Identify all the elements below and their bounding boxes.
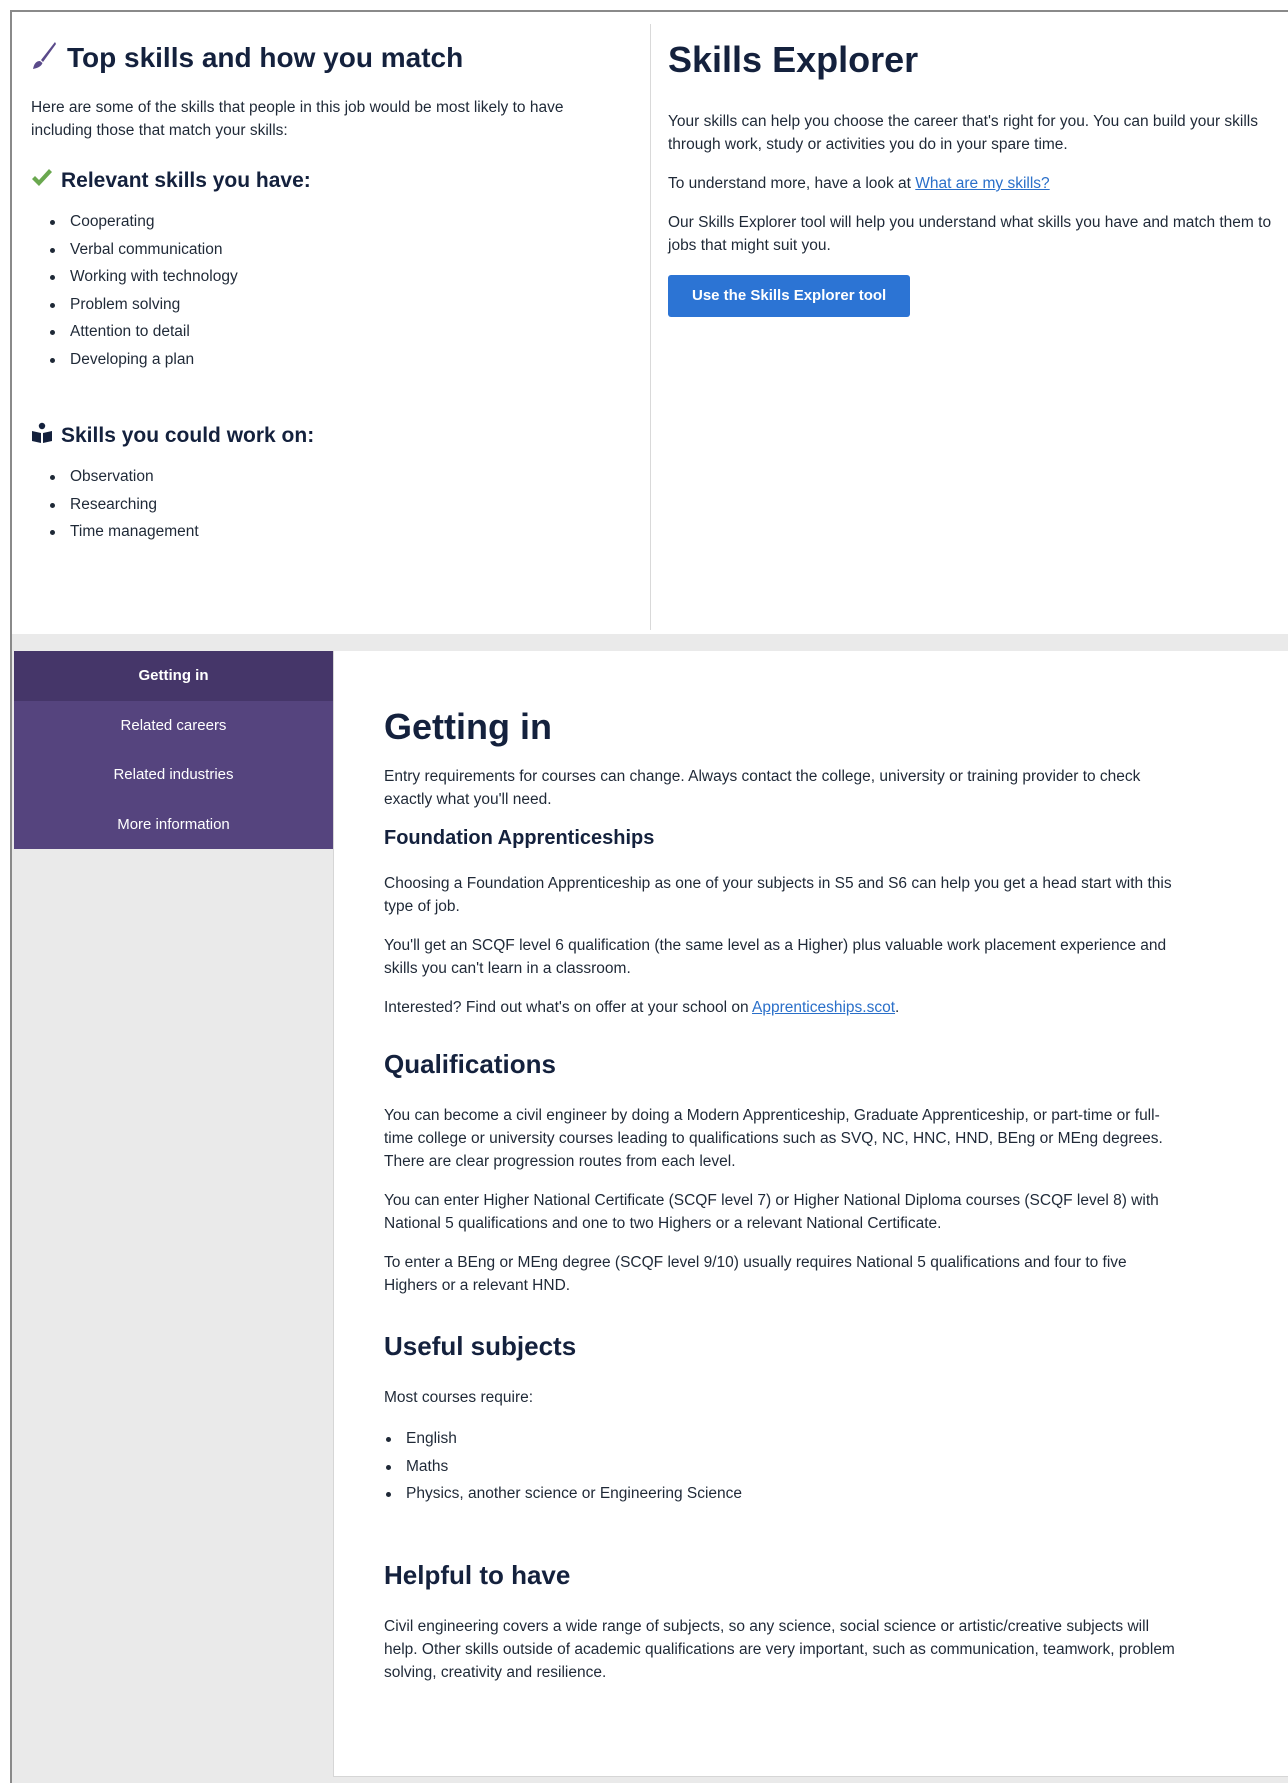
helpful-para: Civil engineering covers a wide range of… xyxy=(384,1617,1175,1681)
checkmark-icon xyxy=(31,168,53,194)
reading-person-icon xyxy=(31,422,53,450)
getting-in-panel: Getting in Entry requirements for course… xyxy=(333,651,1288,1777)
getting-in-content: Getting in Entry requirements for course… xyxy=(384,701,1184,1684)
skills-explorer-link-para: To understand more, have a look at What … xyxy=(668,172,1278,195)
skills-explorer-tool-para: Our Skills Explorer tool will help you u… xyxy=(668,214,1272,254)
useful-subjects-intro: Most courses require: xyxy=(384,1389,534,1406)
qualifications-para-1: You can become a civil engineer by doing… xyxy=(384,1107,1163,1170)
useful-subjects-heading: Useful subjects xyxy=(384,1331,577,1361)
what-are-my-skills-link[interactable]: What are my skills? xyxy=(915,175,1049,192)
list-item: Problem solving xyxy=(49,291,631,319)
skills-explorer-title: Skills Explorer xyxy=(668,39,919,80)
list-item: Developing a plan xyxy=(49,346,631,374)
relevant-skills-title: Relevant skills you have: xyxy=(61,169,311,192)
column-divider xyxy=(650,24,651,630)
top-skills-intro: Here are some of the skills that people … xyxy=(31,99,564,139)
foundation-heading: Foundation Apprenticeships xyxy=(384,827,655,849)
skills-section: Top skills and how you match Here are so… xyxy=(12,12,1288,634)
work-on-skills-heading: Skills you could work on: xyxy=(31,421,631,451)
nav-item-related-industries[interactable]: Related industries xyxy=(14,750,333,800)
apprenticeships-scot-link[interactable]: Apprenticeships.scot xyxy=(752,999,895,1016)
nav-item-related-careers[interactable]: Related careers xyxy=(14,701,333,751)
foundation-link-suffix: . xyxy=(895,999,900,1016)
list-item: Working with technology xyxy=(49,263,631,291)
foundation-para-3: Interested? Find out what's on offer at … xyxy=(384,996,1184,1019)
side-navigation: Getting in Related careers Related indus… xyxy=(14,651,340,850)
skills-explorer-panel: Skills Explorer Your skills can help you… xyxy=(668,38,1278,317)
work-on-skills-title: Skills you could work on: xyxy=(61,424,315,447)
useful-subjects-list: English Maths Physics, another science o… xyxy=(384,1425,1184,1508)
work-on-skills-list: Observation Researching Time management xyxy=(31,463,631,546)
list-item: Time management xyxy=(49,518,631,546)
relevant-skills-list: Cooperating Verbal communication Working… xyxy=(31,208,631,373)
getting-in-intro: Entry requirements for courses can chang… xyxy=(384,768,1141,808)
foundation-link-prefix: Interested? Find out what's on offer at … xyxy=(384,999,753,1016)
helpful-heading: Helpful to have xyxy=(384,1559,571,1590)
relevant-skills-heading: Relevant skills you have: xyxy=(31,166,631,196)
nav-item-getting-in[interactable]: Getting in xyxy=(14,651,340,701)
link-prefix: To understand more, have a look at xyxy=(668,175,916,192)
qualifications-heading: Qualifications xyxy=(384,1049,556,1079)
list-item: Cooperating xyxy=(49,208,631,236)
foundation-para-2: You'll get an SCQF level 6 qualification… xyxy=(384,937,1167,977)
list-item: Verbal communication xyxy=(49,236,631,264)
list-item: Attention to detail xyxy=(49,318,631,346)
page-title: Getting in xyxy=(384,706,552,747)
list-item: Maths xyxy=(384,1453,1184,1481)
top-skills-panel: Top skills and how you match Here are so… xyxy=(31,38,631,546)
top-skills-heading: Top skills and how you match xyxy=(31,38,631,78)
skills-explorer-button[interactable]: Use the Skills Explorer tool xyxy=(668,275,911,317)
foundation-para-1: Choosing a Foundation Apprenticeship as … xyxy=(384,875,1172,915)
qualifications-para-3: To enter a BEng or MEng degree (SCQF lev… xyxy=(384,1254,1127,1294)
qualifications-para-2: You can enter Higher National Certificat… xyxy=(384,1192,1159,1232)
list-item: Observation xyxy=(49,463,631,491)
top-skills-title: Top skills and how you match xyxy=(67,42,464,73)
list-item: Researching xyxy=(49,491,631,519)
skills-explorer-para: Your skills can help you choose the care… xyxy=(668,113,1258,153)
nav-item-more-information[interactable]: More information xyxy=(14,800,333,850)
list-item: Physics, another science or Engineering … xyxy=(384,1480,1184,1508)
list-item: English xyxy=(384,1425,1184,1453)
paintbrush-icon xyxy=(31,40,57,77)
